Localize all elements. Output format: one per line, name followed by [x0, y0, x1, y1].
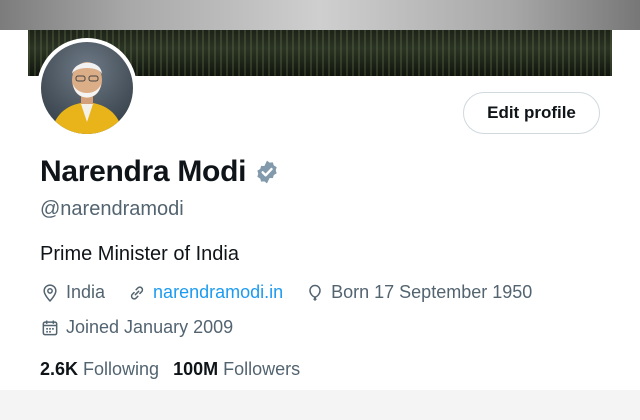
website[interactable]: narendramodi.in [127, 282, 283, 303]
display-name: Narendra Modi [40, 155, 247, 188]
bottom-strip [0, 390, 640, 420]
calendar-icon [42, 320, 58, 335]
location-pin-icon [43, 283, 57, 302]
handle: @narendramodi [40, 198, 184, 220]
joined-row: Joined January 2009 [40, 317, 233, 338]
avatar-photo [41, 42, 133, 134]
following-label: Following [83, 359, 160, 379]
edit-profile-button[interactable]: Edit profile [463, 92, 600, 134]
followers-count: 100M [173, 359, 219, 379]
following-link[interactable]: 2.6K Following [40, 359, 159, 380]
location-text: India [66, 282, 106, 302]
location: India [40, 282, 105, 303]
verified-badge-icon[interactable] [254, 159, 280, 185]
bio: Prime Minister of India [40, 243, 239, 265]
birthdate-text: Born 17 September 1950 [331, 282, 533, 302]
birthday-balloon-icon [309, 284, 321, 301]
website-link[interactable]: narendramodi.in [153, 282, 283, 303]
followers-label: Followers [223, 359, 301, 379]
birthdate: Born 17 September 1950 [305, 282, 532, 303]
avatar[interactable] [37, 38, 137, 138]
name-row: Narendra Modi [40, 155, 280, 189]
followers-link[interactable]: 100M Followers [173, 359, 300, 380]
link-icon [130, 285, 144, 300]
joined-text: Joined January 2009 [66, 317, 234, 337]
top-strip [0, 0, 640, 30]
follow-stats: 2.6K Following 100M Followers [40, 359, 314, 380]
following-count: 2.6K [40, 359, 79, 379]
profile-meta-row: India narendramodi.in Born 17 September … [40, 282, 554, 303]
profile-screen: Edit profile Narendra Modi @narendramodi… [0, 0, 640, 420]
